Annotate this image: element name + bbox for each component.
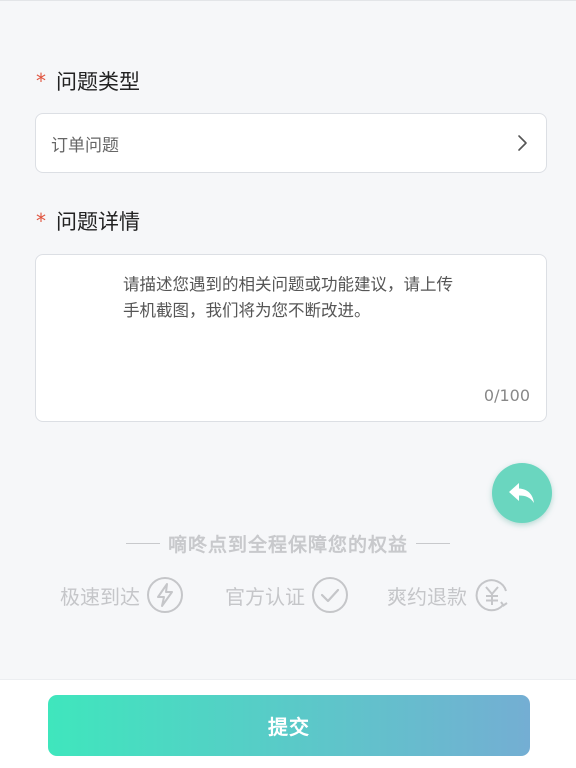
feature-official-cert: 官方认证 xyxy=(225,573,349,617)
guarantee-title: 嘀咚点到全程保障您的权益 xyxy=(167,534,408,556)
problem-detail-title: 问题详情 xyxy=(56,210,140,234)
required-mark: * xyxy=(36,69,46,93)
problem-type-select[interactable]: 订单问题 xyxy=(35,113,547,173)
required-mark: * xyxy=(36,209,46,233)
problem-type-title: 问题类型 xyxy=(56,70,140,94)
feedback-page: * 问题类型 订单问题 * 问题详情 请描述您遇到的相关问题或功能建议，请上传手… xyxy=(0,0,576,768)
problem-detail-textarea[interactable]: 请描述您遇到的相关问题或功能建议，请上传手机截图，我们将为您不断改进。 0/10… xyxy=(35,254,547,422)
guarantee-features: 极速到达 官方认证 爽约退款 xyxy=(60,573,530,617)
chevron-right-icon xyxy=(518,135,527,151)
problem-type-label: * 问题类型 xyxy=(36,69,140,95)
submit-button[interactable]: 提交 xyxy=(48,695,530,756)
divider-line xyxy=(125,543,160,544)
feature-label: 官方认证 xyxy=(225,584,305,609)
back-button[interactable] xyxy=(492,463,552,523)
yen-refund-icon xyxy=(475,579,508,612)
guarantee-heading: 嘀咚点到全程保障您的权益 xyxy=(0,530,576,557)
feature-fast-arrival: 极速到达 xyxy=(60,573,184,617)
feature-label: 爽约退款 xyxy=(387,584,467,609)
problem-type-value: 订单问题 xyxy=(51,135,119,156)
bottom-bar: 提交 xyxy=(0,679,576,768)
problem-detail-placeholder: 请描述您遇到的相关问题或功能建议，请上传手机截图，我们将为您不断改进。 xyxy=(123,275,453,320)
lightning-icon xyxy=(147,577,183,613)
reply-arrow-icon xyxy=(509,483,534,503)
char-counter: 0/100 xyxy=(483,386,530,405)
feature-refund: 爽约退款 xyxy=(387,573,511,617)
divider-line xyxy=(416,543,450,544)
problem-detail-label: * 问题详情 xyxy=(36,209,140,235)
feature-label: 极速到达 xyxy=(60,584,140,609)
checkmark-circle-icon xyxy=(312,577,348,613)
